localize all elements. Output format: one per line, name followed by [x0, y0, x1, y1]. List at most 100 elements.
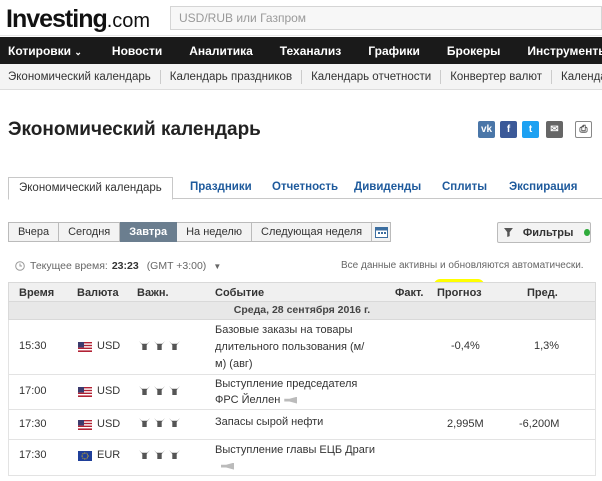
- col-header-importance[interactable]: Важн.: [137, 287, 169, 299]
- bull-icon: [154, 418, 165, 427]
- date-row: Среда, 28 сентября 2016 г.: [8, 302, 596, 320]
- caret-down-icon[interactable]: ▼: [213, 262, 221, 271]
- event-previous: -6,200M: [519, 418, 560, 430]
- us-flag-icon: [78, 342, 92, 352]
- bull-icon: [154, 386, 165, 395]
- event-time: 17:30: [19, 418, 47, 430]
- filter-status-dot: [584, 229, 590, 236]
- facebook-icon[interactable]: f: [500, 121, 517, 138]
- us-flag-icon: [78, 420, 92, 430]
- event-currency: EUR: [97, 449, 121, 461]
- main-nav: Котировки ⌄ Новости Аналитика Теханализ …: [0, 37, 602, 64]
- bull-icon: [139, 341, 150, 350]
- col-header-time[interactable]: Время: [19, 287, 54, 299]
- tab-holidays[interactable]: Праздники: [190, 177, 252, 199]
- bull-icon: [154, 450, 165, 459]
- search-input[interactable]: USD/RUB или Газпром: [170, 6, 602, 30]
- bull-icon: [169, 386, 180, 395]
- nav-item-charts[interactable]: Графики: [368, 44, 420, 58]
- calendar-picker-button[interactable]: [372, 222, 392, 242]
- filter-today-button[interactable]: Сегодня: [59, 222, 121, 242]
- eu-flag-icon: [78, 451, 92, 461]
- subnav-item-earnings[interactable]: Календарь отчетности: [302, 69, 442, 84]
- event-time: 17:30: [19, 449, 47, 461]
- col-header-event[interactable]: Событие: [215, 287, 264, 299]
- filter-yesterday-button[interactable]: Вчера: [8, 222, 60, 242]
- event-time: 15:30: [19, 340, 47, 352]
- importance-bulls: [139, 386, 180, 395]
- col-header-previous[interactable]: Пред.: [527, 287, 558, 299]
- tab-dividends[interactable]: Дивиденды: [354, 177, 421, 199]
- event-forecast: -0,4%: [451, 340, 480, 352]
- importance-bulls: [139, 341, 180, 350]
- bull-icon: [169, 341, 180, 350]
- calendar-icon: [374, 226, 388, 238]
- us-flag-icon: [78, 387, 92, 397]
- event-name[interactable]: Запасы сырой нефти: [215, 416, 323, 428]
- calendar-table: Время Валюта Важн. Событие Факт. Прогноз…: [8, 282, 596, 476]
- twitter-icon[interactable]: t: [522, 121, 539, 138]
- clock-icon: [15, 261, 25, 271]
- top-bar: Investing.com USD/RUB или Газпром: [0, 0, 602, 36]
- event-name[interactable]: Базовые заказы на товары длительного поль…: [215, 322, 364, 373]
- col-header-actual[interactable]: Факт.: [395, 287, 424, 299]
- tab-splits[interactable]: Сплиты: [442, 177, 487, 199]
- vk-icon[interactable]: vk: [478, 121, 495, 138]
- event-time: 17:00: [19, 385, 47, 397]
- date-filter-group: Вчера Сегодня Завтра На неделю Следующая…: [8, 222, 392, 242]
- event-currency: USD: [97, 340, 121, 352]
- auto-update-text: Все данные активны и обновляются автомат…: [341, 260, 584, 271]
- tab-economic-calendar[interactable]: Экономический календарь: [8, 177, 173, 200]
- col-header-forecast[interactable]: Прогноз: [437, 287, 482, 299]
- table-row[interactable]: 15:30 USD Базовые заказы на товары длител…: [8, 320, 596, 375]
- event-currency: USD: [97, 385, 121, 397]
- event-previous: 1,3%: [534, 340, 560, 352]
- event-name[interactable]: Выступление главы ЕЦБ Драги: [215, 442, 375, 474]
- bull-icon: [154, 341, 165, 350]
- table-header: Время Валюта Важн. Событие Факт. Прогноз…: [8, 282, 596, 302]
- sub-nav: Экономический календарь Календарь праздн…: [0, 64, 602, 90]
- current-time: 23:23: [111, 260, 139, 272]
- event-name[interactable]: Выступление председателя ФРС Йеллен: [215, 376, 357, 408]
- nav-item-analytics[interactable]: Аналитика: [189, 44, 253, 58]
- col-header-currency[interactable]: Валюта: [77, 287, 119, 299]
- tab-earnings[interactable]: Отчетность: [272, 177, 338, 199]
- bull-icon: [139, 386, 150, 395]
- table-row[interactable]: 17:00 USD Выступление председателя ФРС Йе…: [8, 375, 596, 410]
- nav-item-brokers[interactable]: Брокеры: [447, 44, 501, 58]
- subnav-item-holidays[interactable]: Календарь праздников: [161, 69, 303, 84]
- current-time-info: Текущее время: 23:23 (GMT +3:00) ▼: [15, 260, 221, 272]
- event-forecast: 2,995M: [447, 418, 484, 430]
- timezone-selector[interactable]: (GMT +3:00): [147, 260, 207, 272]
- bull-icon: [169, 450, 180, 459]
- speech-icon: [221, 462, 234, 470]
- table-row[interactable]: 17:30 EUR Выступление главы ЕЦБ Драги: [8, 440, 596, 476]
- event-currency: USD: [97, 418, 121, 430]
- filter-next-week-button[interactable]: Следующая неделя: [252, 222, 373, 242]
- importance-bulls: [139, 450, 180, 459]
- subnav-item-more[interactable]: Календа: [552, 70, 602, 84]
- page-title: Экономический календарь: [8, 119, 261, 140]
- nav-item-news[interactable]: Новости: [112, 44, 162, 58]
- speech-icon: [284, 396, 298, 404]
- nav-item-tools[interactable]: Инструменты: [527, 44, 602, 58]
- importance-bulls: [139, 418, 180, 427]
- tab-expiration[interactable]: Экспирация: [509, 177, 577, 199]
- bull-icon: [139, 418, 150, 427]
- filter-week-button[interactable]: На неделю: [177, 222, 253, 242]
- nav-item-quotes[interactable]: Котировки ⌄: [8, 44, 82, 58]
- mail-icon[interactable]: ✉: [546, 121, 563, 138]
- nav-item-technical[interactable]: Теханализ: [280, 44, 341, 58]
- calendar-tabs: Экономический календарь Праздники Отчетн…: [8, 177, 602, 200]
- subnav-item-converter[interactable]: Конвертер валют: [441, 69, 553, 84]
- filters-button[interactable]: Фильтры: [497, 222, 591, 243]
- bull-icon: [169, 418, 180, 427]
- site-logo[interactable]: Investing.com: [6, 5, 150, 34]
- print-icon[interactable]: ⎙: [575, 121, 592, 138]
- filter-tomorrow-button[interactable]: Завтра: [120, 222, 178, 242]
- funnel-icon: [504, 228, 513, 237]
- bull-icon: [139, 450, 150, 459]
- chevron-down-icon: ⌄: [74, 46, 82, 57]
- subnav-item-calendar[interactable]: Экономический календарь: [0, 69, 161, 84]
- table-row[interactable]: 17:30 USD Запасы сырой нефти 2,995M -6,2…: [8, 410, 596, 440]
